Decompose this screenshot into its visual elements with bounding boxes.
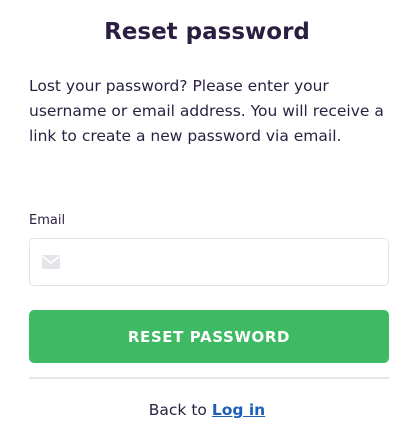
- back-to-login: Back to Log in: [0, 398, 414, 422]
- reset-password-panel: Reset password Lost your password? Pleas…: [0, 0, 414, 448]
- instructions-text: Lost your password? Please enter your us…: [29, 77, 384, 145]
- login-link[interactable]: Log in: [212, 401, 265, 419]
- divider: [29, 377, 389, 379]
- reset-password-button[interactable]: RESET PASSWORD: [29, 310, 389, 363]
- back-prefix: Back to: [148, 401, 207, 419]
- envelope-icon: [42, 255, 60, 269]
- email-label: Email: [29, 213, 66, 228]
- page-title: Reset password: [104, 19, 310, 45]
- email-input[interactable]: [72, 239, 384, 285]
- email-field[interactable]: [29, 238, 389, 286]
